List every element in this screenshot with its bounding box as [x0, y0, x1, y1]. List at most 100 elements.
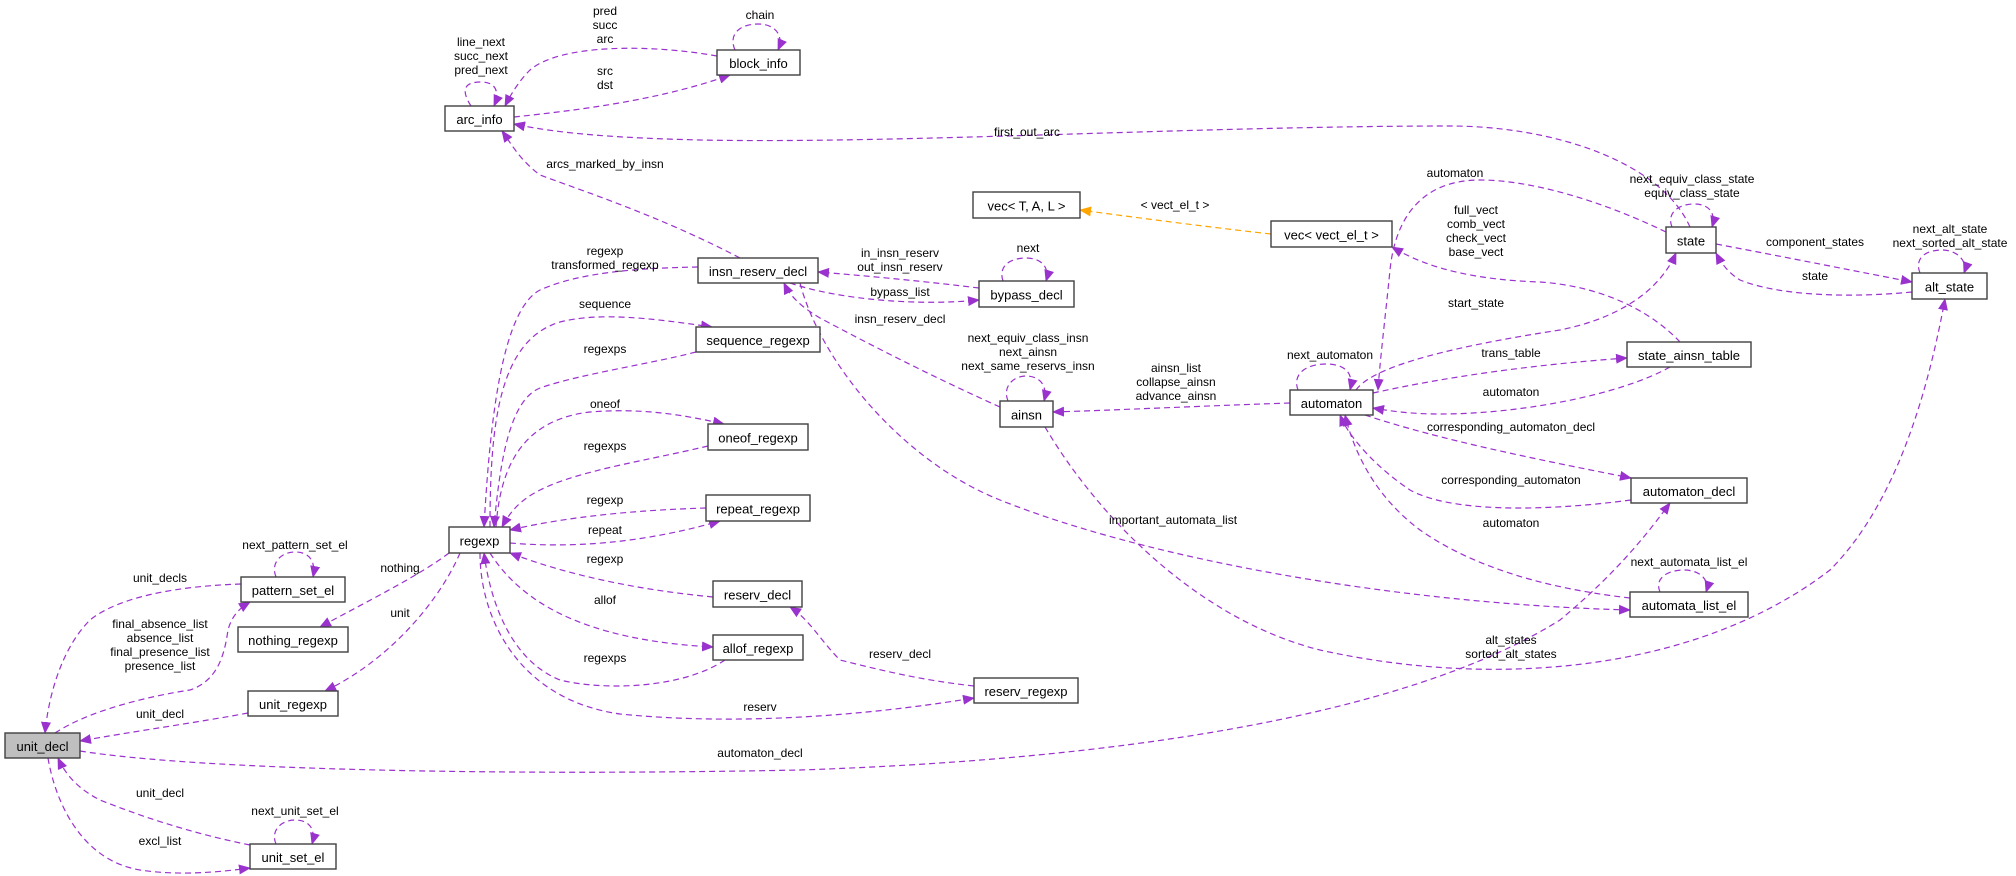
edge-label-line: arcs_marked_by_insn — [546, 157, 663, 171]
node-automaton[interactable]: automaton — [1289, 389, 1374, 416]
node-label: automaton — [1301, 396, 1362, 411]
edge-label: sequence — [579, 297, 631, 311]
edge-label: arcs_marked_by_insn — [546, 157, 663, 171]
edge-label-line: src — [597, 64, 613, 78]
edge-label: regexp — [587, 552, 624, 566]
edges-layer — [41, 23, 1973, 875]
node-arc-info[interactable]: arc_info — [444, 105, 515, 132]
edge-label: final_absence_list absence_list final_pres… — [110, 617, 210, 673]
node-nothing-regexp[interactable]: nothing_regexp — [237, 626, 349, 653]
node-block-info[interactable]: block_info — [716, 49, 801, 76]
node-unit-decl[interactable]: unit_decl — [4, 732, 81, 759]
node-alt-state[interactable]: alt_state — [1911, 272, 1988, 300]
edge-label: in_insn_reserv out_insn_reserv — [857, 246, 942, 274]
edge-label: regexps — [584, 342, 627, 356]
node-label: alt_state — [1925, 280, 1974, 295]
edge-arc-info-to-arc-info — [464, 81, 503, 107]
edge-regexp-to-oneof-regexp — [495, 410, 725, 528]
edge-bypass-decl-to-bypass-decl — [1001, 257, 1055, 282]
edge-label: trans_table — [1481, 346, 1541, 360]
edge-label-line: next_automata_list_el — [1631, 555, 1748, 569]
node-pattern-set-el[interactable]: pattern_set_el — [240, 576, 346, 603]
node-label: arc_info — [456, 112, 502, 127]
edge-label-line: advance_ainsn — [1136, 389, 1217, 403]
node-vec-tal[interactable]: vec< T, A, L > — [972, 191, 1081, 219]
edge-state-to-arc-info — [513, 121, 1691, 228]
node-vec-vect-el-t[interactable]: vec< vect_el_t > — [1270, 220, 1393, 248]
edge-label-line: chain — [746, 8, 775, 22]
edge-label: excl_list — [139, 834, 182, 848]
node-repeat-regexp[interactable]: repeat_regexp — [705, 494, 811, 522]
node-label: unit_set_el — [262, 850, 325, 865]
edge-label: unit_decl — [136, 707, 184, 721]
node-ainsn[interactable]: ainsn — [999, 400, 1054, 428]
node-label: oneof_regexp — [718, 431, 798, 446]
edge-label: next_equiv_class_insn next_ainsn next_same… — [961, 331, 1094, 373]
edge-label: reserv_decl — [869, 647, 931, 661]
edge-ainsn-to-ainsn — [1005, 375, 1052, 402]
edge-label: pred succ arc — [593, 4, 618, 46]
edge-label-line: first_out_arc — [994, 125, 1060, 139]
edge-label: unit_decl — [136, 786, 184, 800]
edge-label: unit — [390, 606, 410, 620]
edge-label-line: unit_decl — [136, 707, 184, 721]
node-automata-list-el[interactable]: automata_list_el — [1629, 591, 1749, 618]
node-insn-reserv-decl[interactable]: insn_reserv_decl — [697, 257, 819, 284]
edge-state-to-state — [1670, 203, 1721, 228]
edge-automata-list-el-to-automata-list-el — [1658, 569, 1715, 593]
node-label: reserv_regexp — [984, 684, 1067, 699]
node-bypass-decl[interactable]: bypass_decl — [978, 280, 1075, 308]
edge-label: regexps — [584, 439, 627, 453]
edge-label: line_next succ_next pred_next — [454, 35, 509, 77]
node-label: vec< vect_el_t > — [1284, 228, 1379, 243]
edge-label-line: regexps — [584, 651, 627, 665]
edge-label-line: next_equiv_class_insn — [968, 331, 1089, 345]
edge-label-line: next — [1017, 241, 1040, 255]
node-unit-regexp[interactable]: unit_regexp — [247, 690, 339, 717]
node-label: state — [1677, 234, 1705, 249]
node-label: block_info — [729, 56, 788, 71]
edge-label: corresponding_automaton_decl — [1427, 420, 1595, 434]
edge-label-line: allof — [594, 593, 617, 607]
edge-label: automaton — [1427, 166, 1484, 180]
edge-label: reserv — [743, 700, 776, 714]
edge-label-line: line_next — [457, 35, 506, 49]
node-oneof-regexp[interactable]: oneof_regexp — [707, 423, 809, 451]
node-regexp[interactable]: regexp — [448, 526, 511, 554]
edge-label: next — [1017, 241, 1040, 255]
node-reserv-decl[interactable]: reserv_decl — [712, 580, 803, 608]
edge-label: start_state — [1448, 296, 1504, 310]
edge-label-line: succ_next — [454, 49, 509, 63]
edge-label-line: important_automata_list — [1109, 513, 1238, 527]
edge-label-line: check_vect — [1446, 231, 1507, 245]
edge-label: state — [1802, 269, 1828, 283]
edge-label: insn_reserv_decl — [855, 312, 946, 326]
edge-label-line: transformed_regexp — [551, 258, 659, 272]
edge-labels-layer: line_next succ_next pred_next pred succ arc sr… — [110, 4, 2007, 848]
edge-label-line: corresponding_automaton_decl — [1427, 420, 1595, 434]
edge-vec-vect-el-t-to-vec-tal — [1079, 206, 1272, 235]
node-allof-regexp[interactable]: allof_regexp — [712, 634, 804, 661]
node-state-ainsn-table[interactable]: state_ainsn_table — [1626, 341, 1752, 368]
edge-label-line: unit_decl — [136, 786, 184, 800]
edge-label: src dst — [597, 64, 614, 92]
edge-insn-reserv-decl-to-automata-list-el — [799, 282, 1631, 615]
node-reserv-regexp[interactable]: reserv_regexp — [973, 677, 1079, 704]
edge-label-line: next_automaton — [1287, 348, 1373, 362]
edge-label: next_pattern_set_el — [242, 538, 347, 552]
edge-label: component_states — [1766, 235, 1864, 249]
node-label: sequence_regexp — [706, 333, 809, 348]
edge-label-line: arc — [597, 32, 614, 46]
edge-label: automaton — [1483, 516, 1540, 530]
edge-label-line: full_vect — [1454, 203, 1499, 217]
node-label: unit_decl — [16, 739, 68, 754]
edge-label-line: next_unit_set_el — [251, 804, 338, 818]
edge-label: next_equiv_class_state equiv_class_state — [1630, 172, 1755, 200]
edge-label-line: ainsn_list — [1151, 361, 1202, 375]
node-unit-set-el[interactable]: unit_set_el — [249, 843, 337, 870]
node-label: ainsn — [1011, 408, 1042, 423]
node-sequence-regexp[interactable]: sequence_regexp — [695, 326, 821, 353]
node-automaton-decl[interactable]: automaton_decl — [1630, 477, 1748, 504]
edge-label-line: reserv — [743, 700, 776, 714]
node-state[interactable]: state — [1665, 226, 1717, 254]
